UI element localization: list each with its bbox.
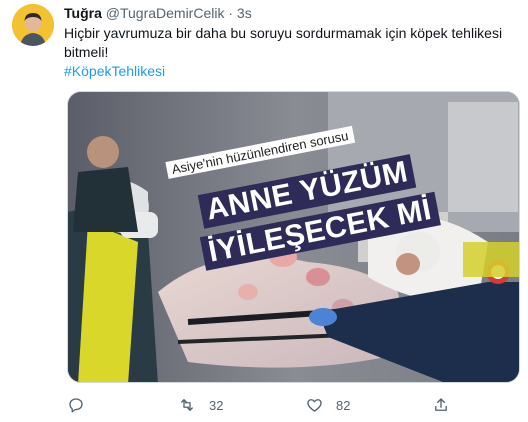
tweet[interactable]: Tuğra @TugraDemirCelik · 3s Hiçbir yavru… (0, 0, 528, 422)
author-handle[interactable]: @TugraDemirCelik (106, 5, 225, 21)
share-button[interactable] (432, 395, 450, 415)
heart-icon (305, 396, 324, 414)
timestamp[interactable]: 3s (237, 5, 252, 21)
reply-button[interactable] (67, 395, 85, 415)
tweet-header: Tuğra @TugraDemirCelik · 3s (64, 4, 252, 22)
reply-icon (67, 396, 85, 414)
hashtag-link[interactable]: #KöpekTehlikesi (64, 62, 165, 81)
retweet-button[interactable]: 32 (177, 395, 223, 415)
like-button[interactable]: 82 (305, 395, 350, 415)
tweet-actions: 32 82 (64, 395, 514, 415)
tweet-media-image[interactable]: Asiye'nin hüzünlendiren sorusu ANNE YÜZÜ… (67, 91, 520, 383)
tweet-text: Hiçbir yavrumuza bir daha bu soruyu sord… (64, 25, 503, 60)
separator-dot: · (228, 5, 234, 21)
retweet-count: 32 (209, 397, 224, 413)
like-count: 82 (336, 397, 351, 413)
share-icon (432, 396, 450, 414)
author-name[interactable]: Tuğra (64, 5, 102, 21)
avatar[interactable] (12, 4, 54, 46)
retweet-icon (177, 396, 197, 414)
